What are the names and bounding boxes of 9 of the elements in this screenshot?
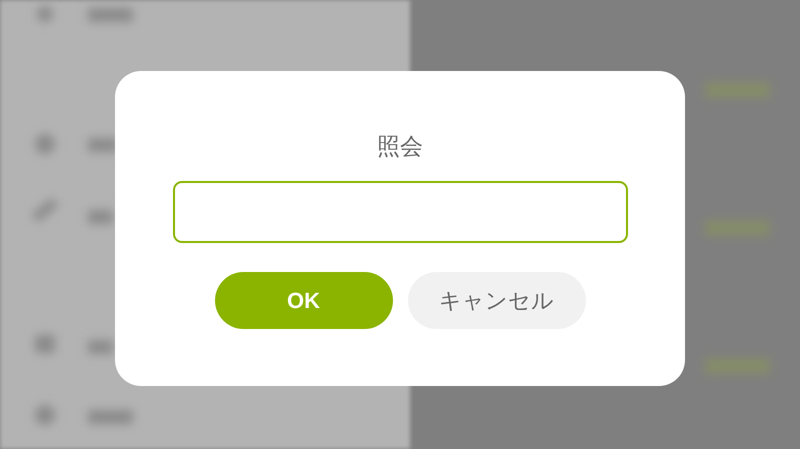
blurred-label xyxy=(88,138,118,152)
cancel-button[interactable]: キャンセル xyxy=(408,272,586,329)
blurred-label xyxy=(88,340,113,354)
blurred-icon xyxy=(35,405,55,425)
blurred-label xyxy=(88,210,113,224)
dialog-title: 照会 xyxy=(377,133,423,162)
blurred-icon xyxy=(37,6,53,22)
blurred-icon xyxy=(35,134,55,154)
input-field[interactable] xyxy=(172,181,628,243)
